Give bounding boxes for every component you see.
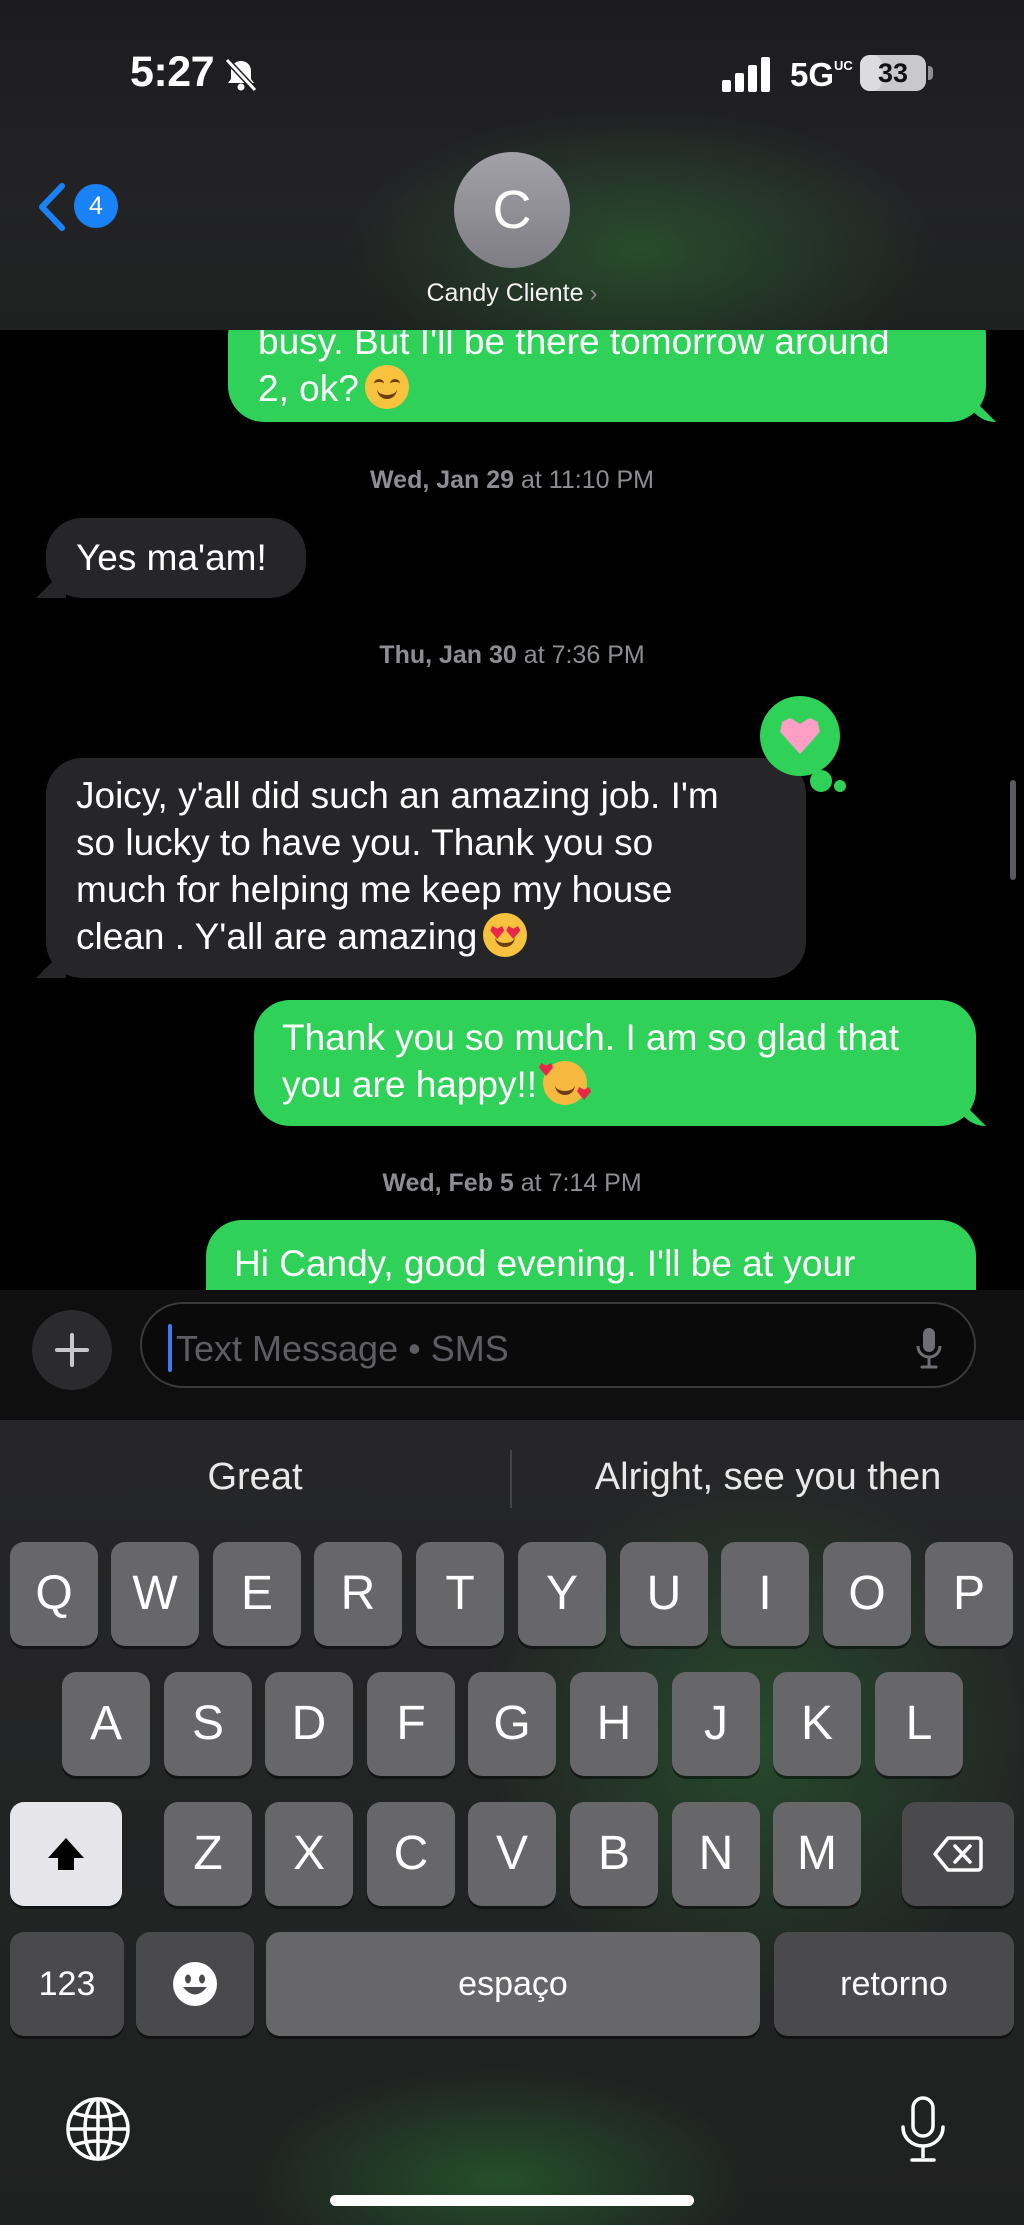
message-text: busy. But I'll be there tomorrow around [258,330,890,362]
predictive-bar: Great Alright, see you then [0,1420,1024,1540]
key-m[interactable]: M [773,1802,861,1906]
heart-icon [780,718,820,754]
contact-name-button[interactable]: Candy Cliente › [0,279,1024,308]
chevron-right-icon: › [589,280,598,307]
timestamp: Wed, Feb 5 at 7:14 PM [382,1169,642,1197]
key-y[interactable]: Y [518,1542,606,1646]
microphone-icon[interactable] [914,1326,944,1370]
key-w[interactable]: W [111,1542,199,1646]
key-b[interactable]: B [570,1802,658,1906]
key-x[interactable]: X [265,1802,353,1906]
keyboard: Great Alright, see you then Q W E R T Y … [0,1420,1024,2225]
network-suffix: UC [834,58,853,73]
input-placeholder: Text Message • SMS [176,1328,509,1369]
contact-avatar[interactable]: C [454,152,570,268]
shift-key[interactable] [10,1802,122,1906]
incoming-message[interactable]: Joicy, y'all did such an amazing job. I'… [46,758,806,978]
message-text: Hi Candy, good evening. I'll be at your [234,1243,856,1284]
outgoing-message[interactable]: Hi Candy, good evening. I'll be at your [206,1220,976,1290]
key-t[interactable]: T [416,1542,504,1646]
key-u[interactable]: U [620,1542,708,1646]
key-d[interactable]: D [265,1672,353,1776]
key-o[interactable]: O [823,1542,911,1646]
key-v[interactable]: V [468,1802,556,1906]
key-l[interactable]: L [875,1672,963,1776]
text-cursor [168,1324,172,1372]
message-input[interactable]: Text Message • SMS [140,1302,976,1388]
bell-slash-icon [224,57,258,93]
message-text: you are happy!! [282,1061,948,1108]
emoji-icon [173,1962,217,2006]
heart-eyes-emoji-icon [483,913,528,957]
message-text: Thank you so much. I am so glad that [282,1017,899,1058]
plus-icon [55,1333,89,1367]
key-j[interactable]: J [672,1672,760,1776]
message-text: 2, ok? [258,365,956,412]
delete-key[interactable] [902,1802,1014,1906]
key-k[interactable]: K [773,1672,861,1776]
outgoing-message[interactable]: busy. But I'll be there tomorrow around … [228,330,986,422]
apps-plus-button[interactable] [32,1310,112,1390]
emoji-key[interactable] [136,1932,254,2036]
key-n[interactable]: N [672,1802,760,1906]
conversation-header: 5:27 5GUC 33 4 C Candy Cliente › [0,0,1024,330]
back-button[interactable]: 4 [30,178,120,234]
battery-indicator: 33 [860,55,926,91]
key-q[interactable]: Q [10,1542,98,1646]
globe-icon[interactable] [64,2095,132,2163]
message-thread[interactable]: busy. But I'll be there tomorrow around … [0,330,1024,1290]
reaction-tail [834,780,846,792]
key-i[interactable]: I [721,1542,809,1646]
delete-icon [933,1836,983,1872]
message-text: clean . Y'all are amazing [76,913,776,960]
timestamp: Thu, Jan 30 at 7:36 PM [379,641,645,669]
key-p[interactable]: P [925,1542,1013,1646]
battery-percent: 33 [877,58,909,88]
smiling-face-emoji-icon [364,365,409,409]
key-c[interactable]: C [367,1802,455,1906]
contact-name: Candy Cliente [426,279,584,307]
network-type: 5GUC [790,56,853,93]
suggestion-great[interactable]: Great [0,1456,510,1499]
key-f[interactable]: F [367,1672,455,1776]
key-s[interactable]: S [164,1672,252,1776]
outgoing-message[interactable]: Thank you so much. I am so glad that you… [254,1000,976,1126]
message-text: Joicy, y'all did such an amazing job. I'… [76,775,719,816]
unread-badge: 4 [74,184,118,228]
heart-reaction[interactable] [760,696,840,776]
compose-bar: Text Message • SMS [0,1290,1024,1420]
signal-icon [722,57,770,92]
chevron-left-icon [39,183,65,231]
home-indicator[interactable] [330,2195,694,2206]
suggestion-alright[interactable]: Alright, see you then [512,1456,1024,1499]
key-g[interactable]: G [468,1672,556,1776]
message-text: much for helping me keep my house [76,869,673,910]
scrollbar[interactable] [1010,780,1016,880]
shift-icon [48,1838,84,1870]
key-a[interactable]: A [62,1672,150,1776]
reaction-tail [810,770,832,792]
message-text: Yes ma'am! [76,537,267,578]
dictation-microphone-icon[interactable] [898,2095,948,2165]
key-z[interactable]: Z [164,1802,252,1906]
battery-tip [928,66,933,80]
return-key[interactable]: retorno [774,1932,1014,2036]
key-e[interactable]: E [213,1542,301,1646]
smiling-face-with-hearts-emoji-icon [539,1061,592,1105]
numbers-key[interactable]: 123 [10,1932,124,2036]
key-r[interactable]: R [314,1542,402,1646]
incoming-message[interactable]: Yes ma'am! [46,518,306,598]
key-h[interactable]: H [570,1672,658,1776]
space-key[interactable]: espaço [266,1932,760,2036]
timestamp: Wed, Jan 29 at 11:10 PM [370,466,654,494]
message-text: so lucky to have you. Thank you so [76,822,654,863]
status-time: 5:27 [130,48,215,96]
